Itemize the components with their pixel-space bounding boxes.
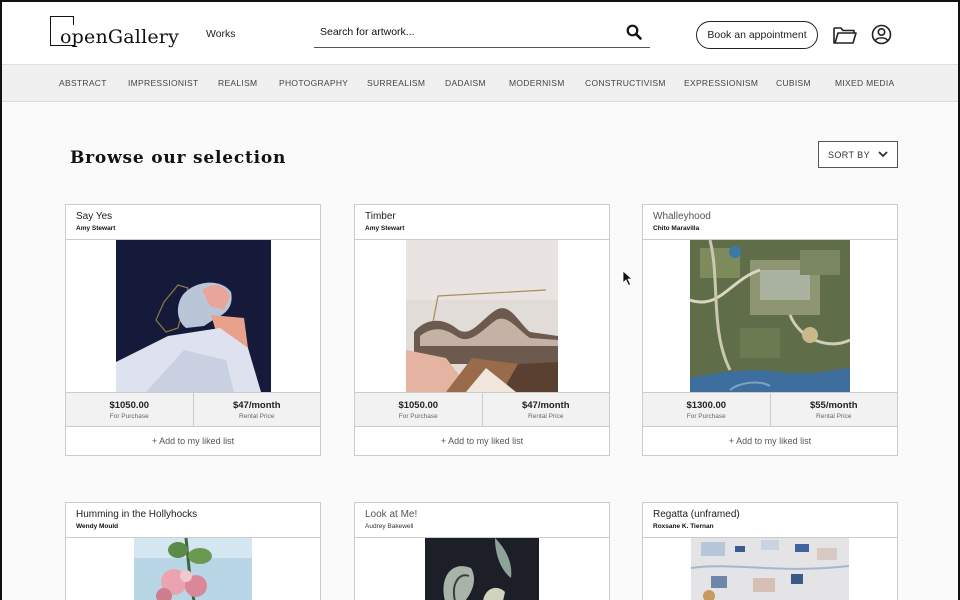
price-row: $1050.00 For Purchase $47/month Rental P… [355,392,609,427]
artist-name[interactable]: Wendy Mould [76,523,310,530]
artwork-title[interactable]: Timber [365,211,599,222]
artist-name[interactable]: Chito Maravilla [653,225,887,232]
category-constructivism[interactable]: CONSTRUCTIVISM [585,78,666,88]
purchase-price: $1050.00 For Purchase [355,393,482,426]
user-icon[interactable] [871,24,892,45]
site-header: openGallery Works Book an appointment [2,2,958,64]
folder-icon[interactable] [832,24,858,46]
purchase-price: $1300.00 For Purchase [643,393,770,426]
artwork-title[interactable]: Look at Me! [365,509,599,520]
sort-by-label: SORT BY [828,149,870,160]
purchase-price-label: For Purchase [686,412,726,420]
nav-works-link[interactable]: Works [206,28,236,40]
artwork-card[interactable]: Say Yes Amy Stewart $1050.00 For Purchas… [65,204,321,456]
card-header: Humming in the Hollyhocks Wendy Mould [66,503,320,538]
search-icon[interactable] [626,24,642,40]
artwork-title[interactable]: Humming in the Hollyhocks [76,509,310,520]
artwork-title[interactable]: Regatta (unframed) [653,509,887,520]
category-bar: ABSTRACT IMPRESSIONIST REALISM PHOTOGRAP… [2,64,958,102]
artwork-timber [406,240,558,392]
main-content: Browse our selection SORT BY Say Yes Amy… [2,102,958,600]
artwork-title[interactable]: Whalleyhood [653,211,887,222]
rental-price-label: Rental Price [239,412,275,420]
artwork-card[interactable]: Look at Me! Audrey Bakewell [354,502,610,600]
rental-price-label: Rental Price [528,412,564,420]
artist-name[interactable]: Amy Stewart [76,225,310,232]
logo[interactable]: openGallery [50,16,179,48]
price-row: $1050.00 For Purchase $47/month Rental P… [66,392,320,427]
artwork-whalleyhood [690,240,850,392]
artwork-card[interactable]: Regatta (unframed) Roxsane K. Tiernan [642,502,898,600]
artist-name[interactable]: Amy Stewart [365,225,599,232]
add-to-liked-list-button[interactable]: + Add to my liked list [355,427,609,455]
artwork-image[interactable] [643,240,897,392]
chevron-down-icon [878,151,888,158]
category-surrealism[interactable]: SURREALISM [367,78,425,88]
category-list: ABSTRACT IMPRESSIONIST REALISM PHOTOGRAP… [2,65,958,103]
card-header: Whalleyhood Chito Maravilla [643,205,897,240]
price-row: $1300.00 For Purchase $55/month Rental P… [643,392,897,427]
category-impressionist[interactable]: IMPRESSIONIST [128,78,199,88]
category-dadaism[interactable]: DADAISM [445,78,486,88]
search-input[interactable] [320,26,610,38]
sort-by-button[interactable]: SORT BY [818,141,898,168]
category-cubism[interactable]: CUBISM [776,78,811,88]
artwork-say-yes [115,240,271,392]
artwork-image[interactable] [66,538,320,600]
card-header: Timber Amy Stewart [355,205,609,240]
card-header: Look at Me! Audrey Bakewell [355,503,609,538]
purchase-price-value: $1300.00 [686,399,727,411]
rental-price-value: $55/month [809,399,858,411]
category-mixed-media[interactable]: MIXED MEDIA [835,78,895,88]
card-header: Say Yes Amy Stewart [66,205,320,240]
artwork-title[interactable]: Say Yes [76,211,310,222]
artist-name[interactable]: Roxsane K. Tiernan [653,523,887,530]
logo-text: openGallery [60,26,180,48]
add-to-liked-list-button[interactable]: + Add to my liked list [643,427,897,455]
rental-price-value: $47/month [232,399,281,411]
artwork-card[interactable]: Humming in the Hollyhocks Wendy Mould [65,502,321,600]
artwork-look-at-me [425,538,539,600]
rental-price-value: $47/month [521,399,570,411]
rental-price-label: Rental Price [816,412,852,420]
purchase-price: $1050.00 For Purchase [66,393,193,426]
purchase-price-value: $1050.00 [109,399,150,411]
artwork-regatta [691,538,849,600]
book-appointment-button[interactable]: Book an appointment [696,21,818,49]
artwork-image[interactable] [355,538,609,600]
category-modernism[interactable]: MODERNISM [509,78,565,88]
rental-price: $47/month Rental Price [481,393,610,426]
page-title: Browse our selection [70,148,287,168]
artwork-image[interactable] [355,240,609,392]
category-realism[interactable]: REALISM [218,78,257,88]
add-to-liked-list-button[interactable]: + Add to my liked list [66,427,320,455]
purchase-price-label: For Purchase [398,412,438,420]
artwork-card[interactable]: Timber Amy Stewart $1050.00 For Purchase [354,204,610,456]
artwork-image[interactable] [66,240,320,392]
purchase-price-value: $1050.00 [398,399,439,411]
artist-name[interactable]: Audrey Bakewell [365,523,599,530]
category-expressionism[interactable]: EXPRESSIONISM [684,78,758,88]
cursor-icon [622,270,634,287]
artwork-image[interactable] [643,538,897,600]
rental-price: $47/month Rental Price [192,393,321,426]
artwork-humming-in-the-hollyhocks [134,538,252,600]
card-header: Regatta (unframed) Roxsane K. Tiernan [643,503,897,538]
artwork-card[interactable]: Whalleyhood Chito Maravilla $1300.00 For… [642,204,898,456]
category-abstract[interactable]: ABSTRACT [59,78,107,88]
purchase-price-label: For Purchase [109,412,149,420]
search-bar [314,16,650,48]
category-photography[interactable]: PHOTOGRAPHY [279,78,348,88]
rental-price: $55/month Rental Price [769,393,898,426]
